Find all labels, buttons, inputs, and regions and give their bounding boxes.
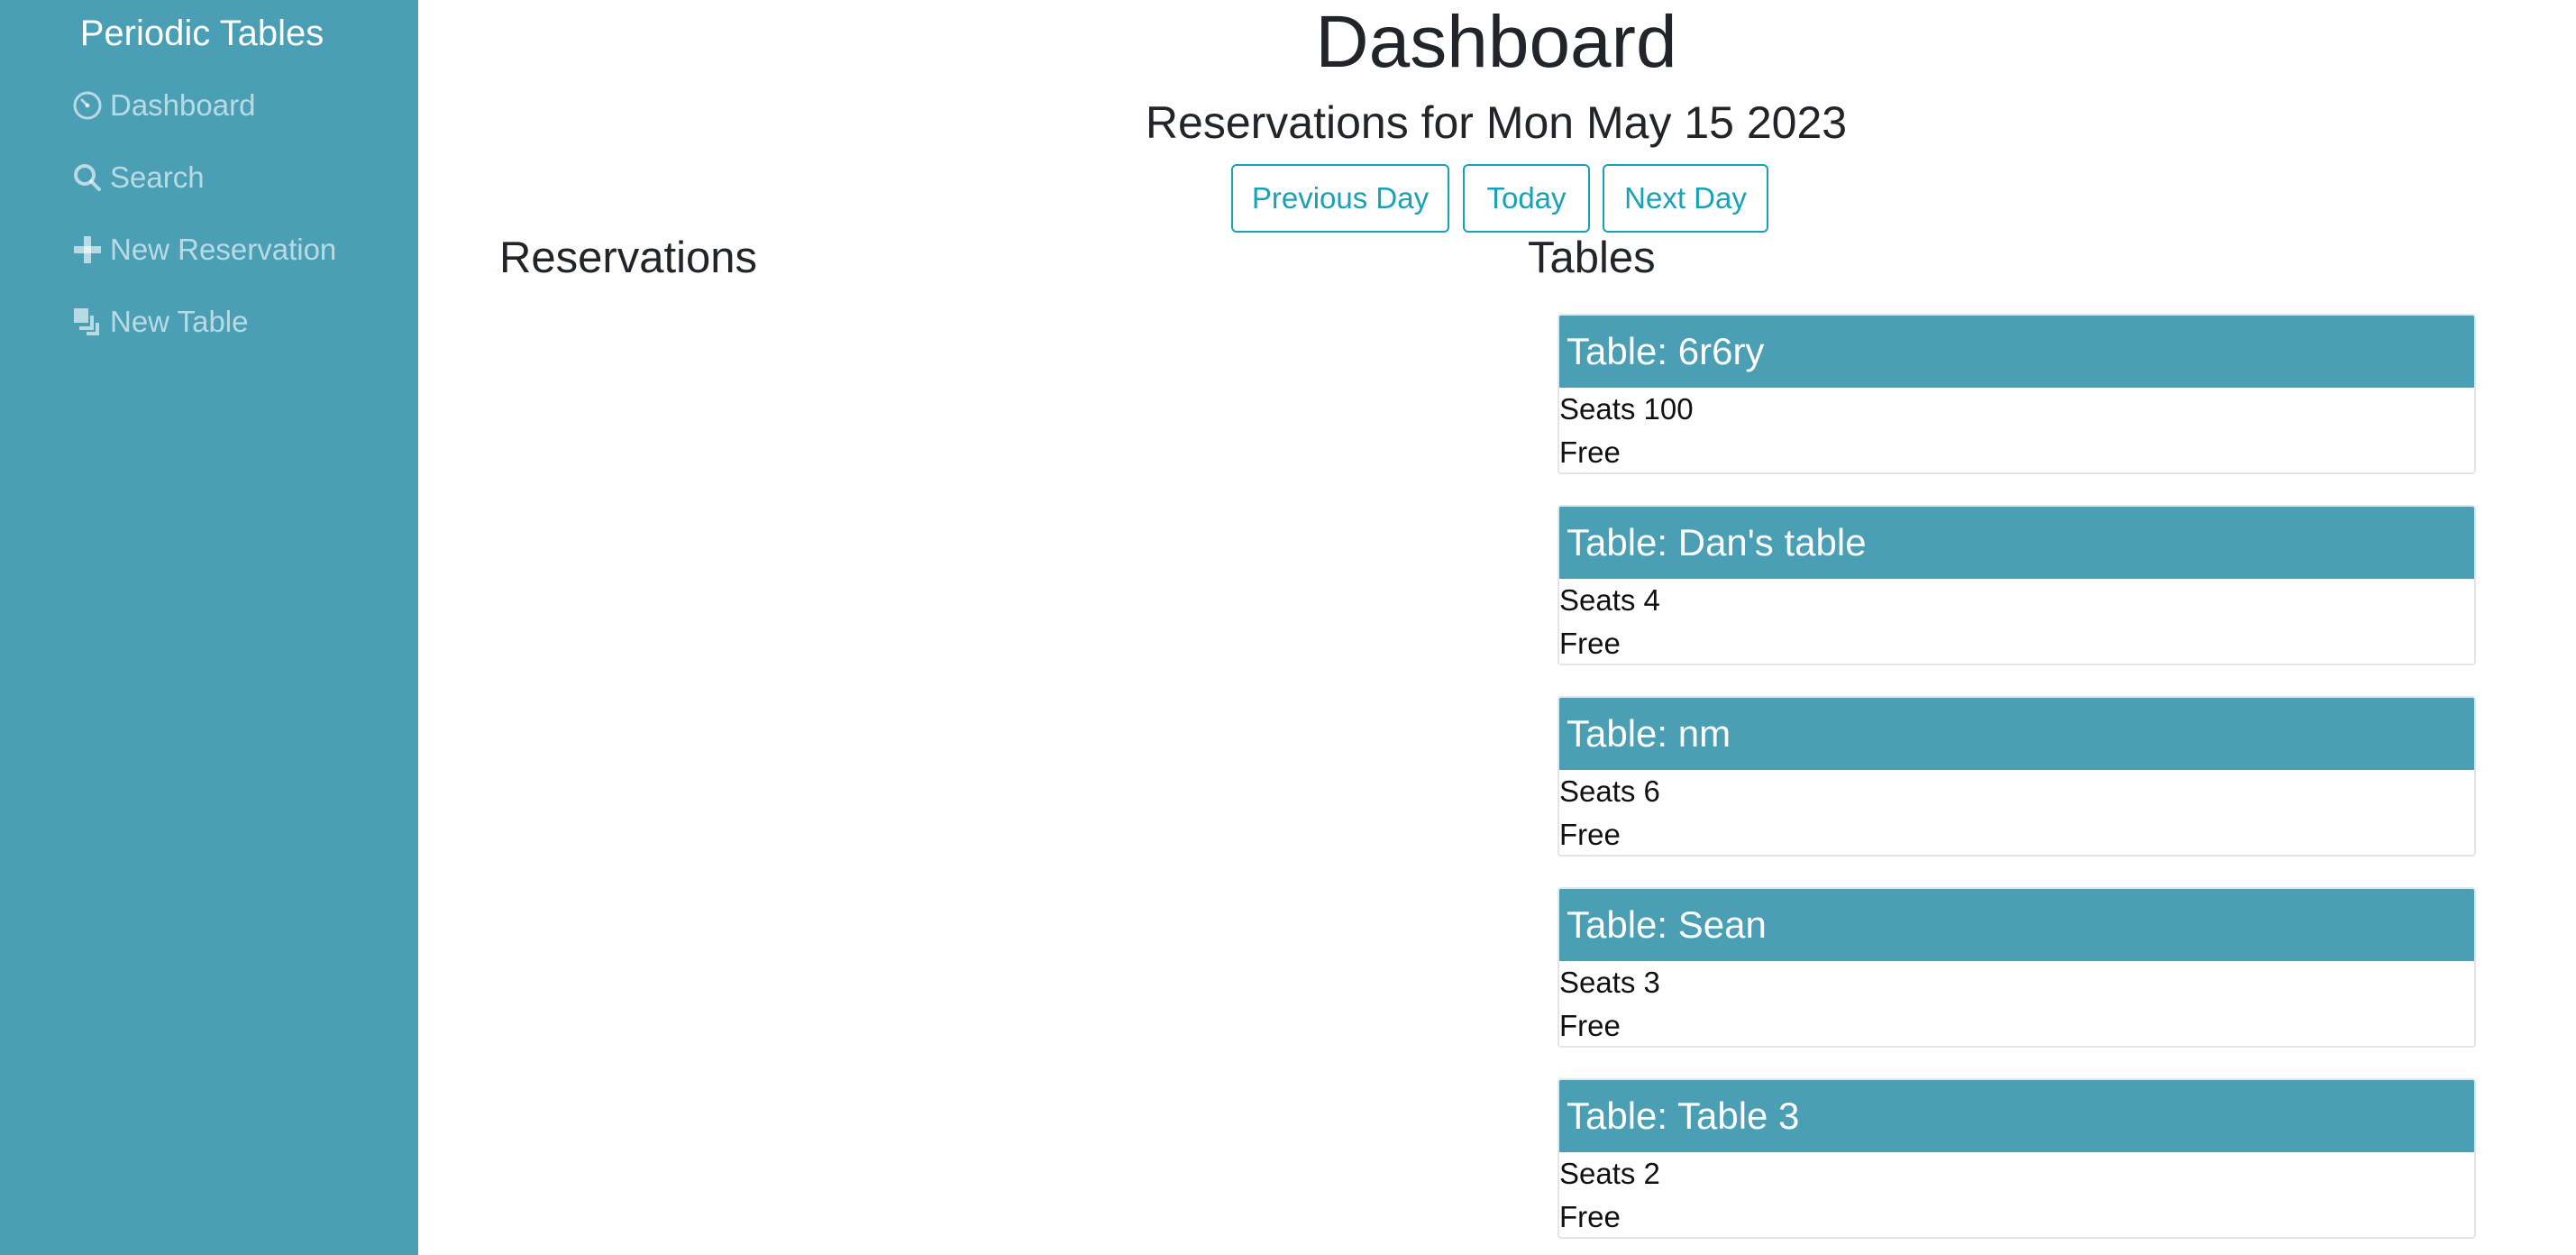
table-card-title: Table: Table 3 (1559, 1080, 2474, 1152)
plus-icon (72, 234, 103, 265)
sidebar-item-label: Dashboard (110, 88, 256, 122)
table-status: Free (1559, 1009, 1621, 1042)
previous-day-button[interactable]: Previous Day (1231, 164, 1449, 233)
table-status: Free (1559, 435, 1621, 469)
search-icon (72, 162, 103, 193)
next-day-button[interactable]: Next Day (1603, 164, 1768, 233)
table-card: Table: Dan's table Seats 4 Free (1557, 505, 2476, 665)
date-heading: Reservations for Mon May 15 2023 (1145, 97, 1848, 148)
table-seats: Seats 100 (1559, 392, 1694, 426)
table-card-title: Table: Sean (1559, 889, 2474, 961)
table-card: Table: nm Seats 6 Free (1557, 696, 2476, 857)
brand-title[interactable]: Periodic Tables (0, 11, 404, 56)
table-seats: Seats 3 (1559, 966, 1660, 999)
sidebar: Periodic Tables Dashboard Search New Res… (0, 0, 418, 1255)
table-card: Table: Sean Seats 3 Free (1557, 887, 2476, 1048)
table-status: Free (1559, 1200, 1621, 1233)
table-status: Free (1559, 818, 1621, 851)
today-button[interactable]: Today (1463, 164, 1590, 233)
tables-heading: Tables (1528, 234, 1656, 282)
sidebar-item-dashboard[interactable]: Dashboard (72, 83, 255, 128)
page-title: Dashboard (1315, 1, 1677, 83)
table-seats: Seats 2 (1559, 1157, 1660, 1190)
dashboard-icon (72, 90, 103, 121)
table-seats: Seats 6 (1559, 774, 1660, 808)
table-seats: Seats 4 (1559, 583, 1660, 617)
sidebar-item-search[interactable]: Search (72, 155, 205, 200)
table-card-title: Table: nm (1559, 698, 2474, 770)
table-card: Table: 6r6ry Seats 100 Free (1557, 314, 2476, 474)
table-card-title: Table: 6r6ry (1559, 316, 2474, 388)
sidebar-item-label: New Table (110, 305, 249, 338)
table-status: Free (1559, 627, 1621, 660)
sidebar-item-label: New Reservation (110, 233, 337, 266)
sidebar-item-label: Search (110, 160, 205, 194)
sidebar-item-new-table[interactable]: New Table (72, 299, 248, 344)
table-card: Table: Table 3 Seats 2 Free (1557, 1078, 2476, 1239)
sidebar-item-new-reservation[interactable]: New Reservation (72, 227, 336, 272)
table-card-title: Table: Dan's table (1559, 507, 2474, 579)
layers-icon (72, 307, 103, 337)
reservations-heading: Reservations (499, 234, 757, 282)
